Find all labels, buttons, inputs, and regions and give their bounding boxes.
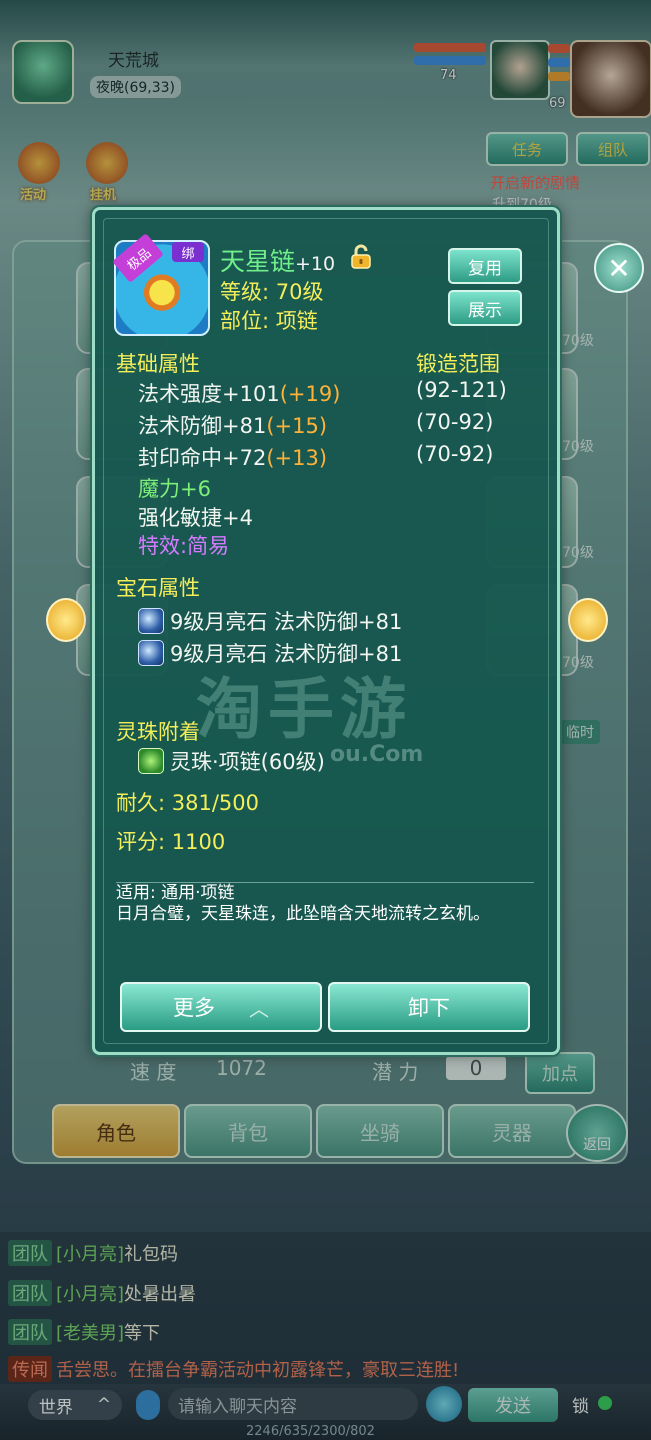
bead-line: 灵珠·项链(60级)	[170, 750, 325, 774]
watermark: 淘手游	[196, 671, 412, 748]
next-item-arrow-icon[interactable]	[568, 598, 608, 642]
unequip-button[interactable]: 卸下	[328, 982, 530, 1032]
item-name-line: 天星链+10	[220, 242, 335, 278]
item-enhance: +10	[295, 253, 336, 275]
attr-bonus: (+13)	[266, 446, 328, 470]
item-name: 天星链	[220, 247, 296, 276]
attr-text: 封印命中+72	[138, 446, 267, 470]
base-attr-title: 基础属性	[116, 352, 200, 376]
show-button[interactable]: 展示	[448, 290, 522, 326]
usage-line: 适用: 通用·项链	[116, 883, 235, 903]
special-effect: 特效:简易	[138, 534, 230, 558]
attr-bonus: (+19)	[279, 382, 341, 406]
attr-text: 法术强度+101	[138, 382, 280, 406]
attr-bonus: (+15)	[266, 414, 328, 438]
close-icon[interactable]: ✕	[594, 243, 644, 293]
attr-line: 法术强度+101(+19)	[138, 378, 340, 408]
moonstone-icon	[138, 608, 164, 634]
prev-item-arrow-icon[interactable]	[46, 598, 86, 642]
attr-line: 法术防御+81(+15)	[138, 410, 327, 440]
moonstone-icon	[138, 640, 164, 666]
attr-text: 法术防御+81	[138, 414, 267, 438]
durability: 耐久: 381/500	[116, 791, 259, 815]
chevron-up-icon: ︿	[249, 996, 269, 1021]
item-slot: 部位: 项链	[220, 309, 318, 333]
more-button[interactable]: 更多 ︿	[120, 982, 322, 1032]
bind-tag: 绑	[172, 242, 204, 262]
extra-agility: 强化敏捷+4	[138, 506, 253, 530]
gem-attr-title: 宝石属性	[116, 576, 200, 600]
extra-magic: 魔力+6	[138, 477, 211, 501]
attr-range: (70-92)	[416, 410, 494, 434]
attr-line: 封印命中+72(+13)	[138, 442, 327, 472]
forge-range-title: 锻造范围	[416, 352, 500, 376]
bead-title: 灵珠附着	[116, 720, 200, 744]
unlock-icon[interactable]	[348, 244, 374, 270]
item-description: 日月合璧，天星珠连，此坠暗含天地流转之玄机。	[116, 904, 490, 924]
attr-range: (92-121)	[416, 378, 507, 402]
spirit-bead-icon	[138, 748, 164, 774]
item-level: 等级: 70级	[220, 280, 324, 304]
more-label: 更多	[173, 996, 215, 1020]
gem-line: 9级月亮石 法术防御+81	[170, 610, 403, 634]
reuse-button[interactable]: 复用	[448, 248, 522, 284]
score: 评分: 1100	[116, 830, 226, 854]
attr-range: (70-92)	[416, 442, 494, 466]
watermark-sub: ou.Com	[330, 742, 424, 767]
